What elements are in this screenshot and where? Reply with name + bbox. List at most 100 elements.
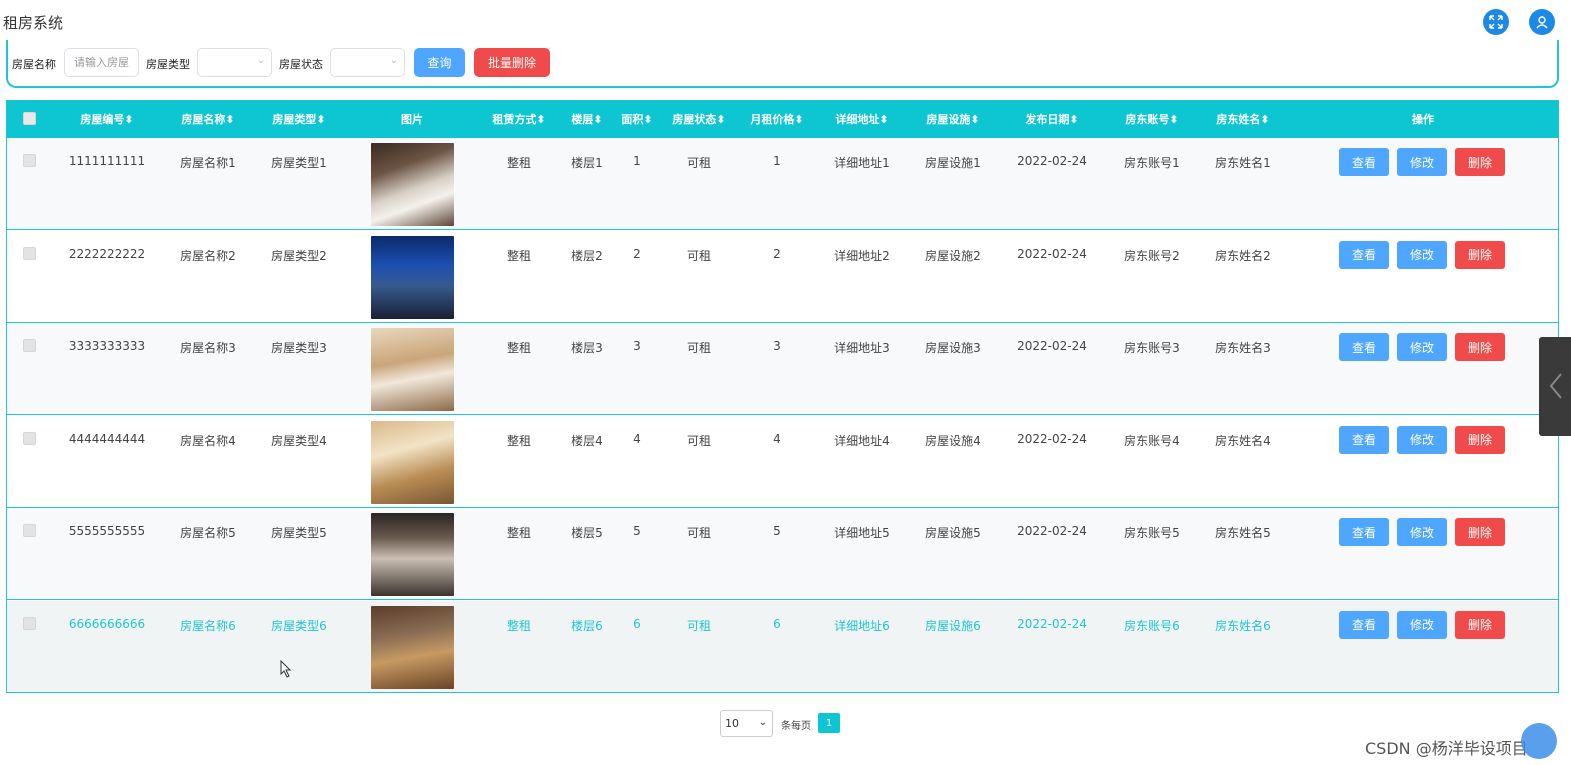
sort-icon[interactable]: ⬍ [879,113,888,126]
row-checkbox[interactable] [23,431,36,445]
view-button[interactable]: 查看 [1339,240,1389,269]
sort-icon[interactable]: ⬍ [1169,113,1178,126]
house-photo[interactable] [371,513,454,596]
col-floor[interactable]: 楼层⬍ [571,101,602,138]
table-row[interactable]: 5555555555 房屋名称5 房屋类型5 整租 楼层5 5 可租 5 详细地址5 房屋设施5 2… [7,508,1558,600]
batch-delete-button[interactable]: 批量删除 [474,48,550,77]
col-facility[interactable]: 房屋设施⬍ [926,101,979,138]
sort-icon[interactable]: ⬍ [316,113,325,126]
page-button-current[interactable]: 1 [818,713,840,733]
edit-button[interactable]: 修改 [1397,610,1447,639]
cell-code: 2222222222 [68,246,146,261]
delete-button[interactable]: 删除 [1455,518,1505,546]
edit-button[interactable]: 修改 [1397,333,1447,361]
table-row[interactable]: 6666666666 房屋名称6 房屋类型6 整租 楼层6 6 可租 6 详细地址6 房屋设施6 2… [7,600,1558,693]
col-owner-account[interactable]: 房东账号⬍ [1125,101,1178,138]
cell-owner-account: 房东账号6 [1124,618,1180,633]
house-status-select[interactable]: ⌄ [330,48,405,77]
cell-lease: 整租 [506,526,532,540]
col-name[interactable]: 房屋名称⬍ [181,101,234,138]
delete-button[interactable]: 删除 [1455,240,1505,269]
col-area[interactable]: 面积⬍ [621,101,652,138]
sort-icon[interactable]: ⬍ [1069,113,1078,126]
table-row[interactable]: 3333333333 房屋名称3 房屋类型3 整租 楼层3 3 可租 3 详细地址3 房屋设施3 2… [7,323,1558,415]
delete-button[interactable]: 删除 [1455,610,1505,639]
col-price[interactable]: 月租价格⬍ [750,101,803,138]
view-button[interactable]: 查看 [1339,425,1389,454]
cell-price: 3 [773,339,781,353]
cell-price: 6 [773,616,781,631]
row-checkbox[interactable] [23,616,36,630]
cell-code: 3333333333 [68,339,146,353]
edit-button[interactable]: 修改 [1397,148,1447,176]
cell-owner-account: 房东账号4 [1124,433,1180,448]
house-type-select[interactable]: ⌄ [197,48,272,77]
page-size-select[interactable]: 10 ⌄ [720,710,773,737]
cell-facility: 房屋设施4 [925,433,981,448]
query-button[interactable]: 查询 [414,48,465,77]
col-lease[interactable]: 租赁方式⬍ [492,101,545,138]
row-checkbox[interactable] [23,339,36,352]
edit-button[interactable]: 修改 [1397,518,1447,546]
house-photo[interactable] [371,235,454,319]
house-photo[interactable] [371,328,454,411]
user-icon[interactable] [1529,9,1555,35]
row-checkbox[interactable] [23,246,36,260]
table-row[interactable]: 1111111111 房屋名称1 房屋类型1 整租 楼层1 1 可租 1 详细地址1 房屋设施1 2… [7,138,1558,230]
cell-area: 6 [633,616,641,631]
table-row[interactable]: 2222222222 房屋名称2 房屋类型2 整租 楼层2 2 可租 2 详细地址2 房屋设施2 2… [7,231,1558,323]
cell-address: 详细地址4 [834,433,890,448]
cell-date: 2022-02-24 [1017,246,1087,261]
delete-button[interactable]: 删除 [1455,148,1505,176]
cell-area: 3 [633,339,641,353]
table-row[interactable]: 4444444444 房屋名称4 房屋类型4 整租 楼层4 4 可租 4 详细地址4 房屋设施4 2… [7,416,1558,508]
col-owner-name[interactable]: 房东姓名⬍ [1216,101,1269,138]
floating-action-button[interactable] [1521,723,1557,759]
view-button[interactable]: 查看 [1339,518,1389,546]
sort-icon[interactable]: ⬍ [593,113,602,126]
col-type[interactable]: 房屋类型⬍ [272,101,325,138]
col-code[interactable]: 房屋编号⬍ [80,101,133,138]
house-photo[interactable] [371,420,454,504]
sort-icon[interactable]: ⬍ [716,113,725,126]
select-all-checkbox[interactable] [23,112,36,125]
delete-button[interactable]: 删除 [1455,425,1505,454]
sort-icon[interactable]: ⬍ [794,113,803,126]
view-button[interactable]: 查看 [1339,610,1389,639]
view-button[interactable]: 查看 [1339,333,1389,361]
view-button[interactable]: 查看 [1339,148,1389,176]
col-address[interactable]: 详细地址⬍ [835,101,888,138]
chevron-left-icon [1549,373,1562,399]
cell-price: 4 [773,431,781,446]
side-collapse-tab[interactable] [1539,337,1571,436]
cell-address: 详细地址3 [834,341,890,355]
row-checkbox[interactable] [23,524,36,537]
sort-icon[interactable]: ⬍ [970,113,979,126]
cell-name: 房屋名称4 [180,433,236,448]
cell-floor: 楼层2 [571,248,603,263]
cell-area: 1 [633,154,641,168]
edit-button[interactable]: 修改 [1397,240,1447,269]
fullscreen-icon[interactable] [1483,9,1509,35]
col-date[interactable]: 发布日期⬍ [1025,101,1078,138]
sort-icon[interactable]: ⬍ [536,113,545,126]
sort-icon[interactable]: ⬍ [225,113,234,126]
sort-icon[interactable]: ⬍ [1260,113,1269,126]
cell-code: 6666666666 [68,616,146,631]
house-photo[interactable] [371,143,454,226]
house-name-input[interactable]: 请输入房屋 [64,48,139,77]
cell-lease: 整租 [506,618,532,633]
row-checkbox[interactable] [23,154,36,167]
status-label: 房屋状态 [279,58,323,71]
cell-area: 4 [633,431,641,446]
house-photo[interactable] [371,605,454,689]
delete-button[interactable]: 删除 [1455,333,1505,361]
edit-button[interactable]: 修改 [1397,425,1447,454]
cell-lease: 整租 [506,341,532,355]
cell-date: 2022-02-24 [1017,616,1087,631]
type-label: 房屋类型 [146,58,190,71]
cell-name: 房屋名称2 [180,248,236,263]
col-status[interactable]: 房屋状态⬍ [672,101,725,138]
sort-icon[interactable]: ⬍ [124,113,133,126]
sort-icon[interactable]: ⬍ [643,113,652,126]
